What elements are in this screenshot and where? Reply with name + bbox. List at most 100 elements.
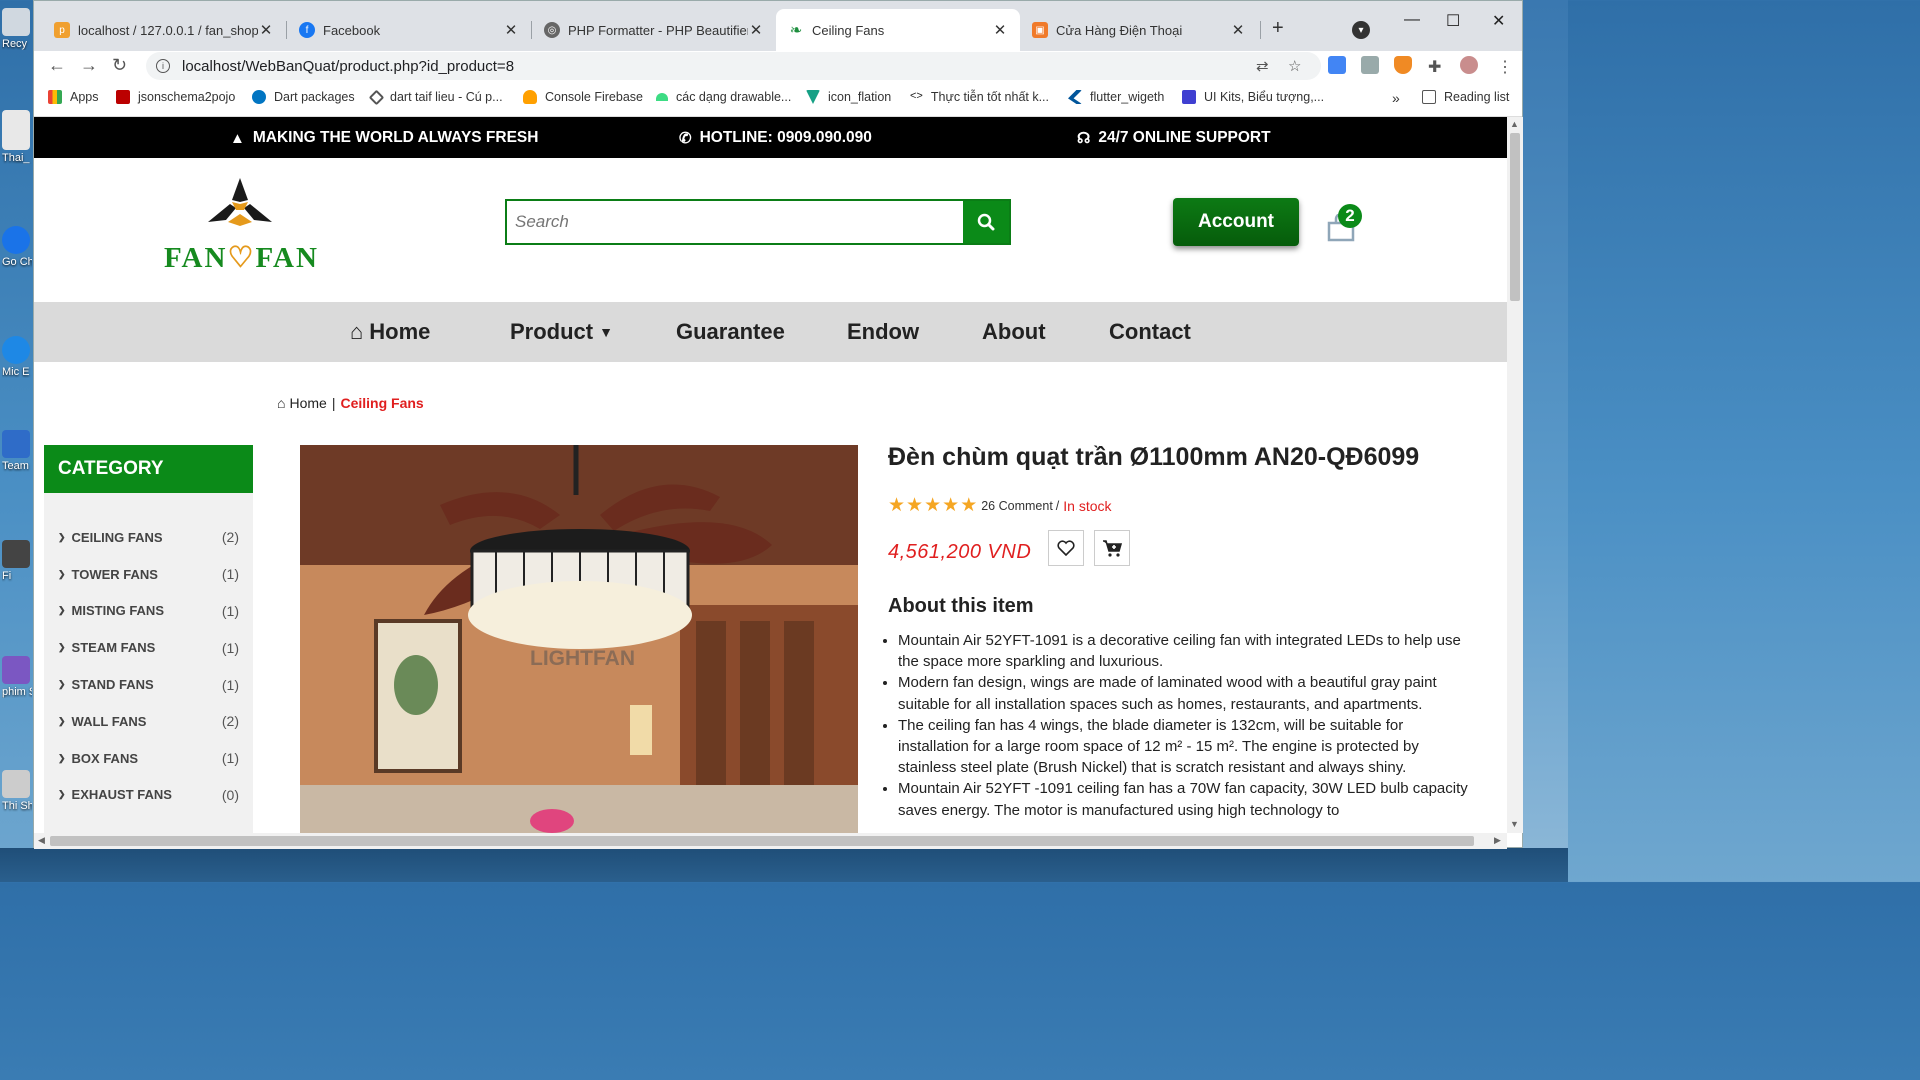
firebase-icon [523,90,537,104]
desktop-icon-edge[interactable]: Mic E [2,336,32,378]
category-item[interactable]: ❯ STAND FANS (1) [44,666,253,703]
desktop-icon-chrome[interactable]: Go Chi [2,226,32,268]
site-info-icon[interactable]: i [156,59,170,73]
back-icon[interactable]: ← [48,55,66,76]
scrollbar-thumb[interactable] [1510,133,1520,301]
tab-strip: p localhost / 127.0.0.1 / fan_shop / ✕ f… [34,1,1522,51]
nav-contact[interactable]: Contact [1109,319,1191,345]
honey-extension-icon[interactable] [1394,56,1412,74]
bookmark-apps[interactable]: Apps [48,90,99,104]
desktop-icon-recycle-bin[interactable]: Recy [2,8,32,50]
list-item: Mountain Air 52YFT-1091 is a decorative … [898,630,1468,672]
bookmark-ui-kits[interactable]: UI Kits, Biểu tượng,... [1182,90,1324,104]
chevron-right-icon: ❯ [58,789,66,800]
desktop-icon-figma[interactable]: Fi [2,540,32,582]
wishlist-button[interactable] [1048,530,1084,566]
puzzle-icon[interactable]: ✚ [1428,57,1441,77]
site-logo[interactable]: FAN♡FAN [162,178,319,274]
close-icon[interactable]: ✕ [992,21,1008,39]
tab-cua-hang-dien-thoai[interactable]: ▣ Cửa Hàng Điện Thoại ✕ [1020,9,1258,51]
scroll-down-icon[interactable]: ▼ [1510,819,1519,829]
add-to-cart-button[interactable] [1094,530,1130,566]
json-icon [116,90,130,104]
bookmarks-more-button[interactable]: » [1392,90,1400,106]
stock-status: In stock [1063,497,1112,514]
desktop-icon-phim[interactable]: phim Sho [2,656,32,698]
product-image[interactable]: LIGHTFAN [300,445,858,833]
horizontal-scrollbar[interactable]: ◀ ▶ [34,833,1507,849]
close-icon[interactable]: ✕ [748,21,764,39]
bookmark-jsonschema2pojo[interactable]: jsonschema2pojo [116,90,235,104]
breadcrumb-home[interactable]: Home [289,395,326,411]
logo-wordmark: FAN♡FAN [164,242,319,274]
tab-phpmyadmin[interactable]: p localhost / 127.0.0.1 / fan_shop / ✕ [42,9,286,51]
search-button[interactable] [963,201,1009,243]
bookmark-console-firebase[interactable]: Console Firebase [523,90,643,104]
scroll-right-icon[interactable]: ▶ [1494,835,1501,846]
bookmark-star-icon[interactable]: ☆ [1288,57,1301,75]
close-icon[interactable]: ✕ [1230,21,1246,39]
minimize-icon[interactable]: — [1404,11,1420,29]
cart-count-badge: 2 [1338,204,1362,228]
vertical-scrollbar[interactable]: ▲ ▼ [1507,117,1523,833]
forward-icon[interactable]: → [80,55,98,76]
profile-avatar[interactable] [1460,56,1478,74]
promo-support: ☊ 24/7 ONLINE SUPPORT [1077,129,1271,147]
category-item[interactable]: ❯ EXHAUST FANS (0) [44,777,253,814]
nav-guarantee[interactable]: Guarantee [676,319,785,345]
category-item[interactable]: ❯ TOWER FANS (1) [44,556,253,593]
search-input[interactable] [507,201,963,243]
reading-list-icon [1422,90,1436,104]
tab-php-formatter[interactable]: ◎ PHP Formatter - PHP Beautifier - ✕ [532,9,776,51]
menu-icon[interactable]: ⋮ [1497,57,1513,77]
comment-count[interactable]: 26 Comment [981,499,1053,513]
extension-icon[interactable] [1361,56,1379,74]
globe-icon: ◎ [544,22,560,38]
nav-about[interactable]: About [982,319,1046,345]
chevron-right-icon: ❯ [58,568,66,579]
bookmark-thuc-tien[interactable]: <> Thực tiễn tốt nhất k... [910,90,1049,104]
translate-icon[interactable]: ⇄ [1256,57,1269,75]
bookmark-icon-flation[interactable]: icon_flation [806,90,891,104]
bookmark-drawable[interactable]: các dạng drawable... [656,90,791,104]
category-item[interactable]: ❯ CEILING FANS (2) [44,519,253,556]
account-button[interactable]: Account [1173,198,1299,246]
phone-icon: ✆ [679,130,692,147]
desktop-icon-thai[interactable]: Thai_ [2,110,32,164]
nav-home[interactable]: ⌂ Home [350,319,430,345]
bookmark-flutter-wigeth[interactable]: flutter_wigeth [1068,90,1164,104]
bookmark-dart-packages[interactable]: Dart packages [252,90,355,104]
desktop-background-right [1523,0,1568,882]
scroll-up-icon[interactable]: ▲ [1510,119,1519,129]
tab-ceiling-fans[interactable]: ❧ Ceiling Fans ✕ [776,9,1020,51]
star-icon: ★ [924,495,942,516]
tab-search-icon[interactable]: ▾ [1352,21,1370,39]
android-icon [656,93,668,101]
tab-facebook[interactable]: f Facebook ✕ [287,9,531,51]
close-icon[interactable]: ✕ [503,21,519,39]
reading-list-button[interactable]: Reading list [1422,90,1509,104]
category-item[interactable]: ❯ WALL FANS (2) [44,703,253,740]
category-item[interactable]: ❯ MISTING FANS (1) [44,593,253,630]
scrollbar-thumb[interactable] [50,836,1474,846]
desktop-icon-thi[interactable]: Thi Sho [2,770,32,812]
google-translate-extension-icon[interactable] [1328,56,1346,74]
rating-separator: / [1055,498,1060,513]
bookmark-dart-tai-lieu[interactable]: dart taif lieu - Cú p... [368,89,503,105]
star-icon: ★ [888,495,906,516]
new-tab-button[interactable]: + [1272,17,1284,40]
desktop-icon-teams[interactable]: Team [2,430,32,472]
browser-toolbar: ← → ↻ i localhost/WebBanQuat/product.php… [34,51,1522,81]
category-item[interactable]: ❯ STEAM FANS (1) [44,629,253,666]
nav-product[interactable]: Product ▼ [510,319,613,345]
tab-separator [1260,21,1261,39]
star-icon: ★ [942,495,960,516]
maximize-icon[interactable]: ☐ [1446,11,1460,31]
category-item[interactable]: ❯ BOX FANS (1) [44,740,253,777]
window-close-icon[interactable]: ✕ [1492,11,1505,31]
address-bar[interactable]: i localhost/WebBanQuat/product.php?id_pr… [146,52,1321,80]
close-icon[interactable]: ✕ [258,21,274,39]
scroll-left-icon[interactable]: ◀ [38,835,45,846]
reload-icon[interactable]: ↻ [112,55,127,76]
nav-endow[interactable]: Endow [847,319,919,345]
